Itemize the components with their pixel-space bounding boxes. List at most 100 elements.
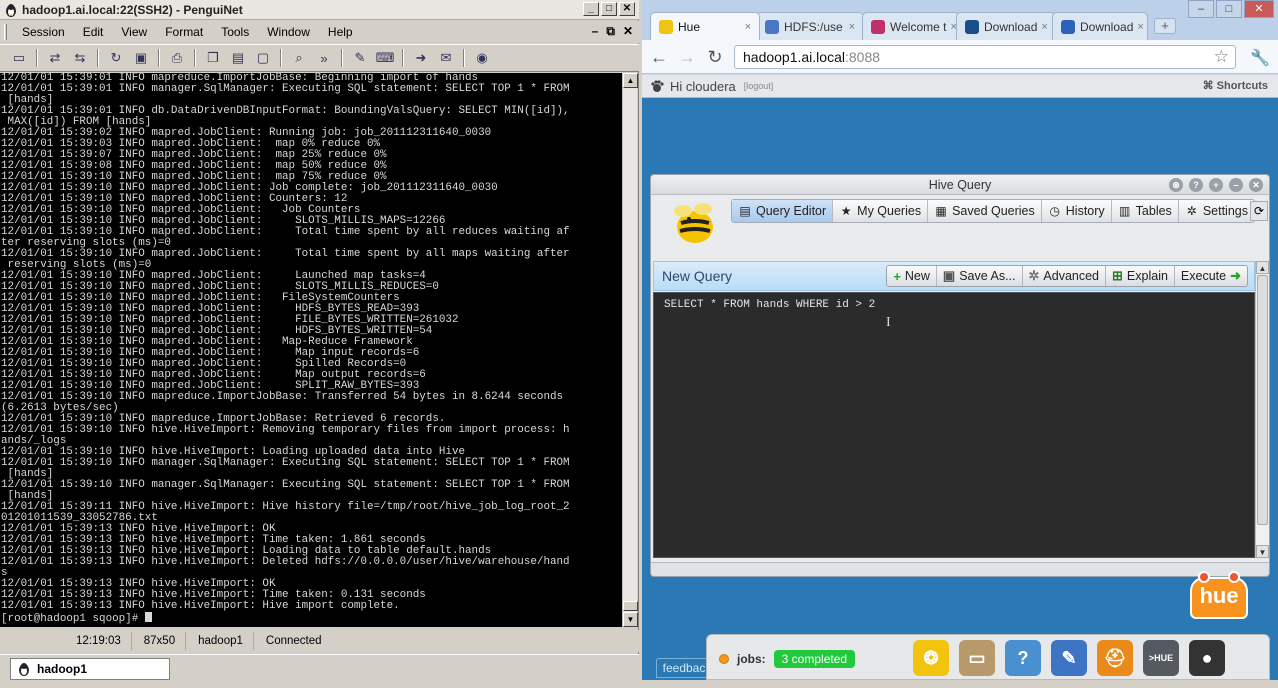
editor-scroll-thumb[interactable] [1257,275,1268,525]
help-icon[interactable]: ◉ [471,48,493,68]
job-browser-icon[interactable]: ⛑ [1097,640,1133,676]
mdi-close-icon[interactable]: ✕ [623,24,633,39]
menu-help[interactable]: Help [319,25,362,39]
send-icon[interactable]: ➜ [410,48,432,68]
nav-tables[interactable]: ▥ Tables [1112,200,1179,222]
reconnect-icon[interactable]: ↻ [105,48,127,68]
browser-tab[interactable]: Download × [956,12,1056,40]
advanced-button[interactable]: ✲ Advanced [1023,266,1107,286]
logout-link[interactable]: [logout] [744,81,774,91]
close-button[interactable]: ✕ [619,2,635,16]
browser-tab[interactable]: HDFS:/use × [756,12,864,40]
session-tab-hadoop1[interactable]: hadoop1 [10,658,170,680]
address-bar[interactable]: hadoop1.ai.local :8088 ☆ [734,45,1236,69]
print-icon[interactable]: ⎙ [166,48,188,68]
scroll-thumb[interactable] [623,601,638,611]
chrome-minimize-button[interactable]: – [1188,0,1214,18]
query-actions: + New ▣ Save As... ✲ Advanced ⊞ Explain Execute ➜ [886,265,1248,287]
editor-scroll-up-icon[interactable]: ▲ [1256,261,1269,274]
save-icon[interactable]: ▣ [130,48,152,68]
new-button[interactable]: + New [887,266,937,286]
execute-button[interactable]: Execute ➜ [1175,266,1247,286]
file-browser-icon[interactable]: ▭ [959,640,995,676]
editor-scrollbar[interactable]: ▲ ▼ [1255,261,1269,558]
terminal-scrollbar[interactable]: ▲ ▼ [622,73,638,627]
action-label: New [904,269,930,283]
nav-query-editor[interactable]: ▤ Query Editor [732,200,834,222]
keyboard-icon[interactable]: ⌨ [374,48,396,68]
menu-window[interactable]: Window [258,25,319,39]
nav-history[interactable]: ◷ History [1042,200,1112,222]
status-bar: 12:19:03 87x50 hadoop1 Connected [0,630,639,652]
menu-edit[interactable]: Edit [74,25,113,39]
window-detach-icon[interactable]: ⊗ [1169,178,1183,192]
tab-close-icon[interactable]: × [845,21,855,33]
window-help-icon[interactable]: ? [1189,178,1203,192]
menu-format[interactable]: Format [156,25,212,39]
scroll-down-icon[interactable]: ▼ [623,612,638,627]
menu-tools[interactable]: Tools [212,25,258,39]
terminal-line: 12/01/01 15:39:10 INFO hive.HiveImport: … [1,424,570,436]
window-minimize-icon[interactable]: – [1229,178,1243,192]
user-admin-icon[interactable]: ● [1189,640,1225,676]
menu-session[interactable]: Session [13,25,74,39]
penguin-icon [6,3,16,17]
forward-icon[interactable]: → [676,46,698,68]
jobs-status: jobs: 3 completed [719,650,856,668]
tab-close-icon[interactable]: × [741,21,751,33]
status-host: hadoop1 [186,632,254,650]
select-all-icon[interactable]: ▢ [252,48,274,68]
connect-icon[interactable]: ⇄ [44,48,66,68]
tab-close-icon[interactable]: × [1037,21,1047,33]
menu-view[interactable]: View [112,25,156,39]
chat-icon[interactable]: ✉ [435,48,457,68]
paste-icon[interactable]: ▤ [227,48,249,68]
terminal-output[interactable]: 12/01/01 15:39:01 INFO mapreduce.ImportJ… [0,73,622,627]
nav-settings[interactable]: ✲ Settings [1179,200,1254,222]
chrome-maximize-button[interactable]: □ [1216,0,1242,18]
query-editor[interactable]: SELECT * FROM hands WHERE id > 2 I [653,292,1255,558]
window-close-icon[interactable]: ✕ [1249,178,1263,192]
browser-tab[interactable]: Download × [1052,12,1148,40]
disconnect-icon[interactable]: ⇆ [69,48,91,68]
shortcuts-link[interactable]: ⌘ Shortcuts [1203,79,1268,92]
new-session-icon[interactable]: ▭ [8,48,30,68]
mdi-restore-icon[interactable]: ⧉ [606,24,615,39]
beeswax-icon[interactable]: ❂ [913,640,949,676]
mdi-minimize-icon[interactable]: – [592,24,599,39]
scroll-up-icon[interactable]: ▲ [623,73,638,88]
job-designer-icon[interactable]: ✎ [1051,640,1087,676]
browser-tab[interactable]: Welcome t × [862,12,960,40]
find-icon[interactable]: ⌕ [288,48,310,68]
refresh-icon[interactable]: ⟳ [1250,201,1268,221]
window-maximize-icon[interactable]: + [1209,178,1223,192]
terminal-prompt-line[interactable]: [root@hadoop1 sqoop]# [1,612,622,625]
chrome-close-button[interactable]: ✕ [1244,0,1274,18]
help-icon[interactable]: ? [1005,640,1041,676]
nav-item-icon: ▦ [935,204,947,218]
tab-close-icon[interactable]: × [1133,21,1143,33]
nav-my-queries[interactable]: ★ My Queries [833,200,929,222]
browser-tab[interactable]: Hue × [650,12,760,40]
explain-button[interactable]: ⊞ Explain [1106,266,1175,286]
back-icon[interactable]: ← [648,46,670,68]
terminal-line: 12/01/01 15:39:13 INFO hive.HiveImport: … [1,600,400,612]
maximize-button[interactable]: □ [601,2,617,16]
find-next-icon[interactable]: » [313,48,335,68]
wrench-menu-icon[interactable]: 🔧 [1250,48,1270,68]
reload-icon[interactable]: ↻ [704,46,726,68]
action-icon: ⊞ [1112,268,1123,283]
penguinet-title-bar[interactable]: hadoop1.ai.local:22(SSH2) - PenguiNet _ … [0,0,639,20]
editor-scroll-down-icon[interactable]: ▼ [1256,545,1269,558]
minimize-button[interactable]: _ [583,2,599,16]
save-as-button[interactable]: ▣ Save As... [937,266,1023,286]
bookmark-star-icon[interactable]: ☆ [1214,47,1229,67]
nav-saved-queries[interactable]: ▦ Saved Queries [928,200,1042,222]
settings-icon[interactable]: ✎ [349,48,371,68]
shell-prompt: [root@hadoop1 sqoop]# [1,613,145,625]
copy-icon[interactable]: ❐ [202,48,224,68]
jobs-completed-badge[interactable]: 3 completed [773,650,856,668]
shell-icon[interactable]: >HUE [1143,640,1179,676]
new-tab-button[interactable]: + [1154,18,1176,34]
action-icon: ▣ [942,268,956,283]
